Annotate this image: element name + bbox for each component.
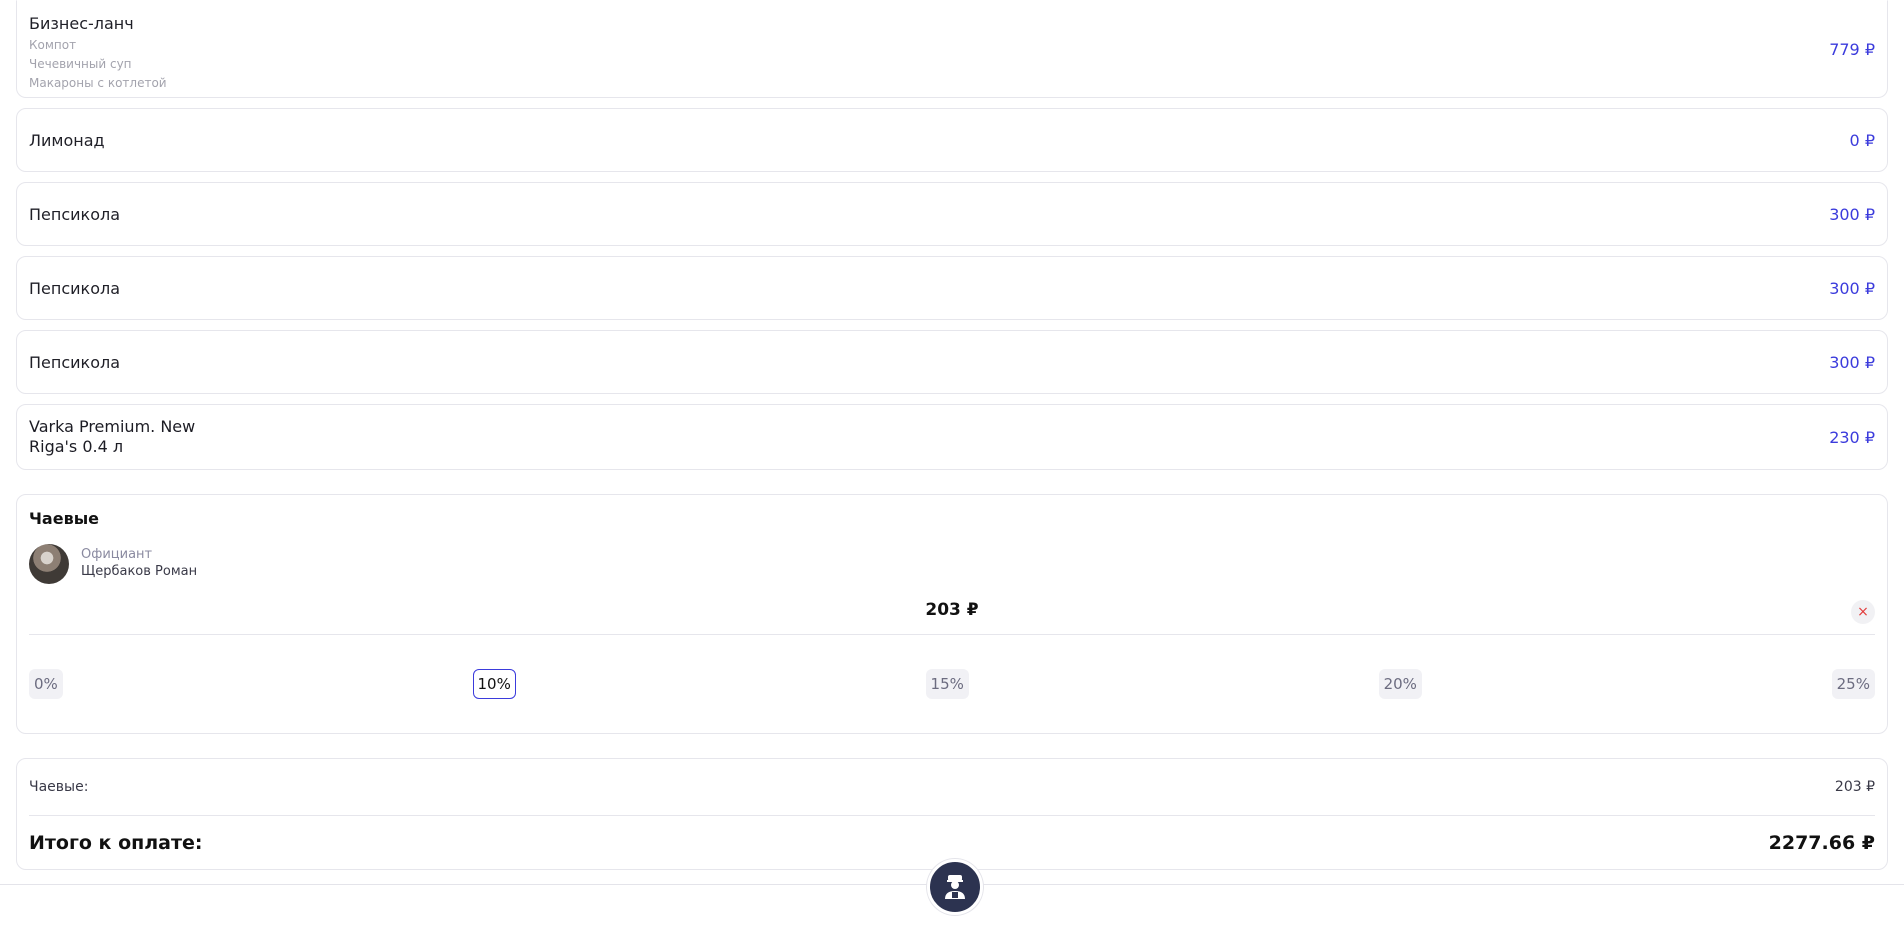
order-item-modifier: Компот [29,38,77,52]
order-item-name-line: Riga's 0.4 л [29,437,124,456]
tip-percent-10[interactable]: 10% [472,669,516,699]
tip-percent-0[interactable]: 0% [29,669,63,699]
tips-title: Чаевые [29,509,100,528]
call-waiter-button[interactable] [927,859,983,915]
order-page: Бизнес-ланч Компот Чечевичный суп Макаро… [16,0,1888,870]
tip-amount: 203 ₽ [925,600,979,620]
tip-percent-20[interactable]: 20% [1378,669,1422,699]
waiter-info: Официант Щербаков Роман [29,544,1875,584]
payment-summary: Чаевые: 203 ₽ Итого к оплате: 2277.66 ₽ [16,758,1888,870]
avatar [29,544,69,584]
order-item-modifier: Чечевичный суп [29,57,132,71]
summary-total-label: Итого к оплате: [29,832,203,854]
order-item-price: 300 ₽ [1829,204,1875,224]
waiter-text: Официант Щербаков Роман [81,547,197,581]
tip-percent-15[interactable]: 15% [925,669,969,699]
order-item: Пепсикола 300 ₽ [16,256,1888,320]
order-item-name: Пепсикола [29,278,121,298]
tip-amount-row: 203 ₽ × [29,590,1875,635]
order-item-name: Пепсикола [29,204,121,224]
order-item-name: Пепсикола [29,352,121,372]
waiter-name: Щербаков Роман [81,564,198,579]
summary-tips-value: 203 ₽ [1834,779,1875,795]
order-item-price: 779 ₽ [1829,39,1875,59]
tip-percent-options: 0% 10% 15% 20% 25% [29,669,1875,699]
order-item-modifier: Макароны с котлетой [29,76,167,90]
summary-tips-row: Чаевые: 203 ₽ [29,759,1875,816]
clear-tip-button[interactable]: × [1851,600,1875,624]
order-item-price: 300 ₽ [1829,278,1875,298]
order-item-price: 300 ₽ [1829,352,1875,372]
waiter-role: Официант [81,547,153,562]
summary-total-value: 2277.66 ₽ [1768,832,1875,854]
summary-tips-label: Чаевые: [29,779,89,795]
order-item: Varka Premium. New Riga's 0.4 л 230 ₽ [16,404,1888,470]
order-item: Пепсикола 300 ₽ [16,330,1888,394]
waiter-icon [945,875,965,899]
order-item-name-line: Varka Premium. New [29,417,196,436]
tips-card: Чаевые Официант Щербаков Роман 203 ₽ × 0… [16,494,1888,734]
order-item: Лимонад 0 ₽ [16,108,1888,172]
order-item: Пепсикола 300 ₽ [16,182,1888,246]
tip-percent-25[interactable]: 25% [1831,669,1875,699]
order-item-price: 0 ₽ [1849,130,1875,150]
order-item-price: 230 ₽ [1829,427,1875,447]
order-item-name: Varka Premium. New Riga's 0.4 л [29,417,195,457]
order-item-info: Бизнес-ланч Компот Чечевичный суп Макаро… [29,8,167,90]
order-item-name: Лимонад [29,130,105,150]
close-icon: × [1857,604,1869,620]
order-item: Бизнес-ланч Компот Чечевичный суп Макаро… [16,0,1888,98]
order-item-name: Бизнес-ланч [29,14,134,33]
